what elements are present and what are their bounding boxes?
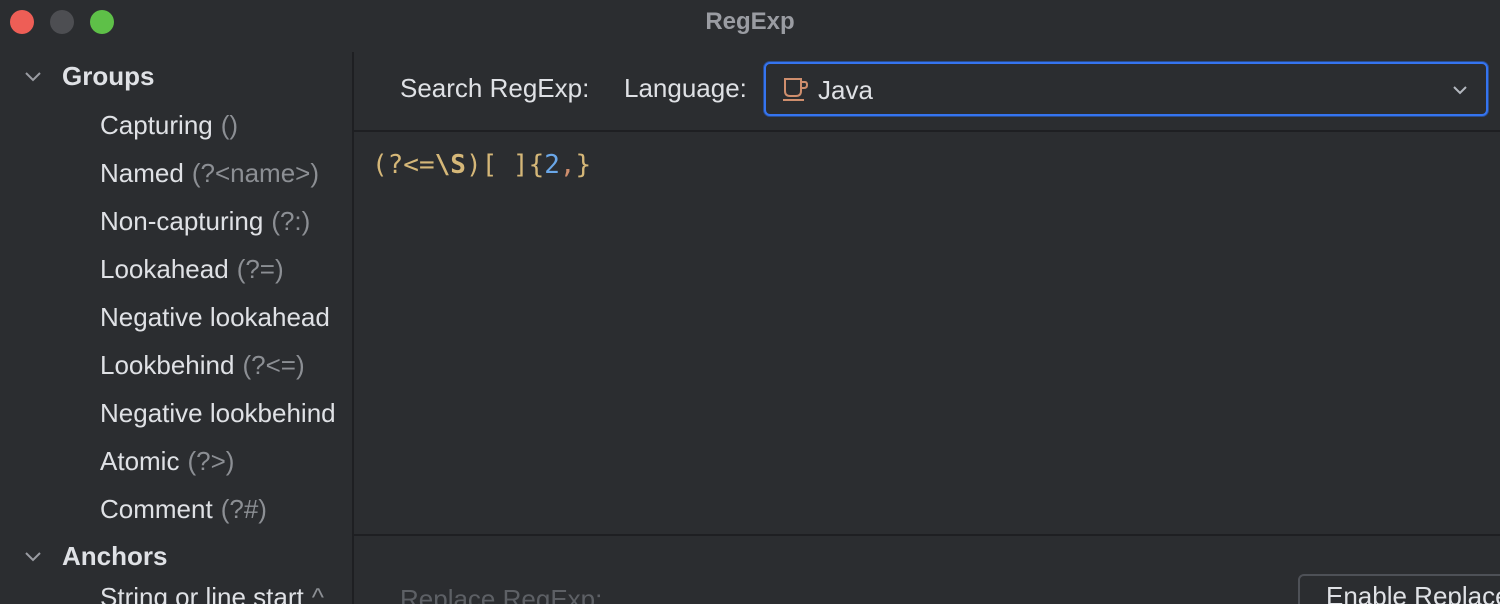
tree-item-hint: (?>): [187, 446, 235, 476]
regex-token: [ ]: [481, 150, 529, 180]
replace-regexp-label: Replace RegExp:: [400, 584, 603, 604]
tree-item-label: Non-capturing: [100, 206, 264, 236]
tree-item-atomic[interactable]: Atomic (?>): [100, 446, 234, 494]
java-cup-icon: [783, 78, 809, 101]
tree-item-string-or-line-start[interactable]: String or line start ^: [100, 582, 324, 604]
tree-item-label: Lookbehind: [100, 350, 235, 380]
regexp-reference-tree: Groups Capturing() Named (?<name>) Non-ca…: [0, 52, 352, 604]
tree-item-label: Named: [100, 158, 184, 188]
regex-token: \S: [434, 150, 466, 180]
regex-token: {: [528, 150, 545, 180]
chevron-down-icon: [1453, 86, 1467, 95]
tree-item-non-capturing[interactable]: Non-capturing (?:): [100, 206, 310, 254]
tree-item-label: String or line start: [100, 582, 304, 604]
regex-token: ): [465, 150, 482, 180]
tree-item-hint: (?=): [236, 254, 284, 284]
tree-item-negative-lookahead[interactable]: Negative lookahead: [100, 302, 330, 350]
tree-item-label: Comment: [100, 494, 213, 524]
tree-group-label: Groups: [62, 61, 155, 91]
tree-item-named[interactable]: Named (?<name>): [100, 158, 319, 206]
window-title: RegExp: [705, 8, 795, 35]
search-panel: Search RegExp: Language: Java (?<=\S)[ ]…: [354, 52, 1500, 604]
tree-item-hint: (?<=): [242, 350, 305, 380]
tree-item-capturing[interactable]: Capturing(): [100, 110, 238, 158]
title-bar: RegExp: [0, 0, 1500, 44]
tree-item-hint: (): [220, 110, 239, 140]
enable-replace-button[interactable]: Enable Replace: [1298, 574, 1500, 604]
language-value: Java: [818, 75, 873, 105]
tree-item-hint: ^: [311, 582, 324, 604]
tree-item-hint: (?<name>): [191, 158, 320, 188]
regex-token: 2: [544, 150, 560, 180]
tree-item-hint: (?:): [271, 206, 311, 236]
tree-item-lookbehind[interactable]: Lookbehind (?<=): [100, 350, 305, 398]
tree-item-hint: (?#): [220, 494, 267, 524]
tree-item-label: Negative lookahead: [100, 302, 330, 332]
language-dropdown[interactable]: Java: [764, 62, 1488, 116]
regex-token: ,: [559, 150, 576, 180]
chevron-down-icon[interactable]: [22, 65, 44, 87]
tree-item-lookahead[interactable]: Lookahead (?=): [100, 254, 284, 302]
search-regexp-label: Search RegExp:: [400, 73, 590, 103]
regex-token: }: [575, 150, 592, 180]
regexp-code[interactable]: (?<=\S)[ ]{2,}: [372, 150, 591, 180]
tree-item-label: Atomic: [100, 446, 180, 476]
regexp-editor[interactable]: (?<=\S)[ ]{2,}: [354, 132, 1500, 534]
tree-item-label: Negative lookbehind: [100, 398, 336, 428]
replace-section: Replace RegExp: Enable Replace: [354, 534, 1500, 604]
regexp-window: RegExp Groups Capturing() Named (?<name>)…: [0, 0, 1500, 604]
language-label: Language:: [624, 73, 747, 103]
chevron-down-icon[interactable]: [22, 545, 44, 567]
tree-group-label: Anchors: [62, 541, 168, 571]
tree-group-anchors[interactable]: Anchors: [0, 532, 352, 580]
search-header: Search RegExp: Language: Java: [354, 52, 1500, 132]
tree-item-label: Capturing: [100, 110, 213, 140]
tree-group-groups[interactable]: Groups: [0, 52, 352, 100]
regex-token: (?<=: [372, 150, 435, 180]
tree-item-label: Lookahead: [100, 254, 229, 284]
tree-item-negative-lookbehind[interactable]: Negative lookbehind: [100, 398, 336, 446]
